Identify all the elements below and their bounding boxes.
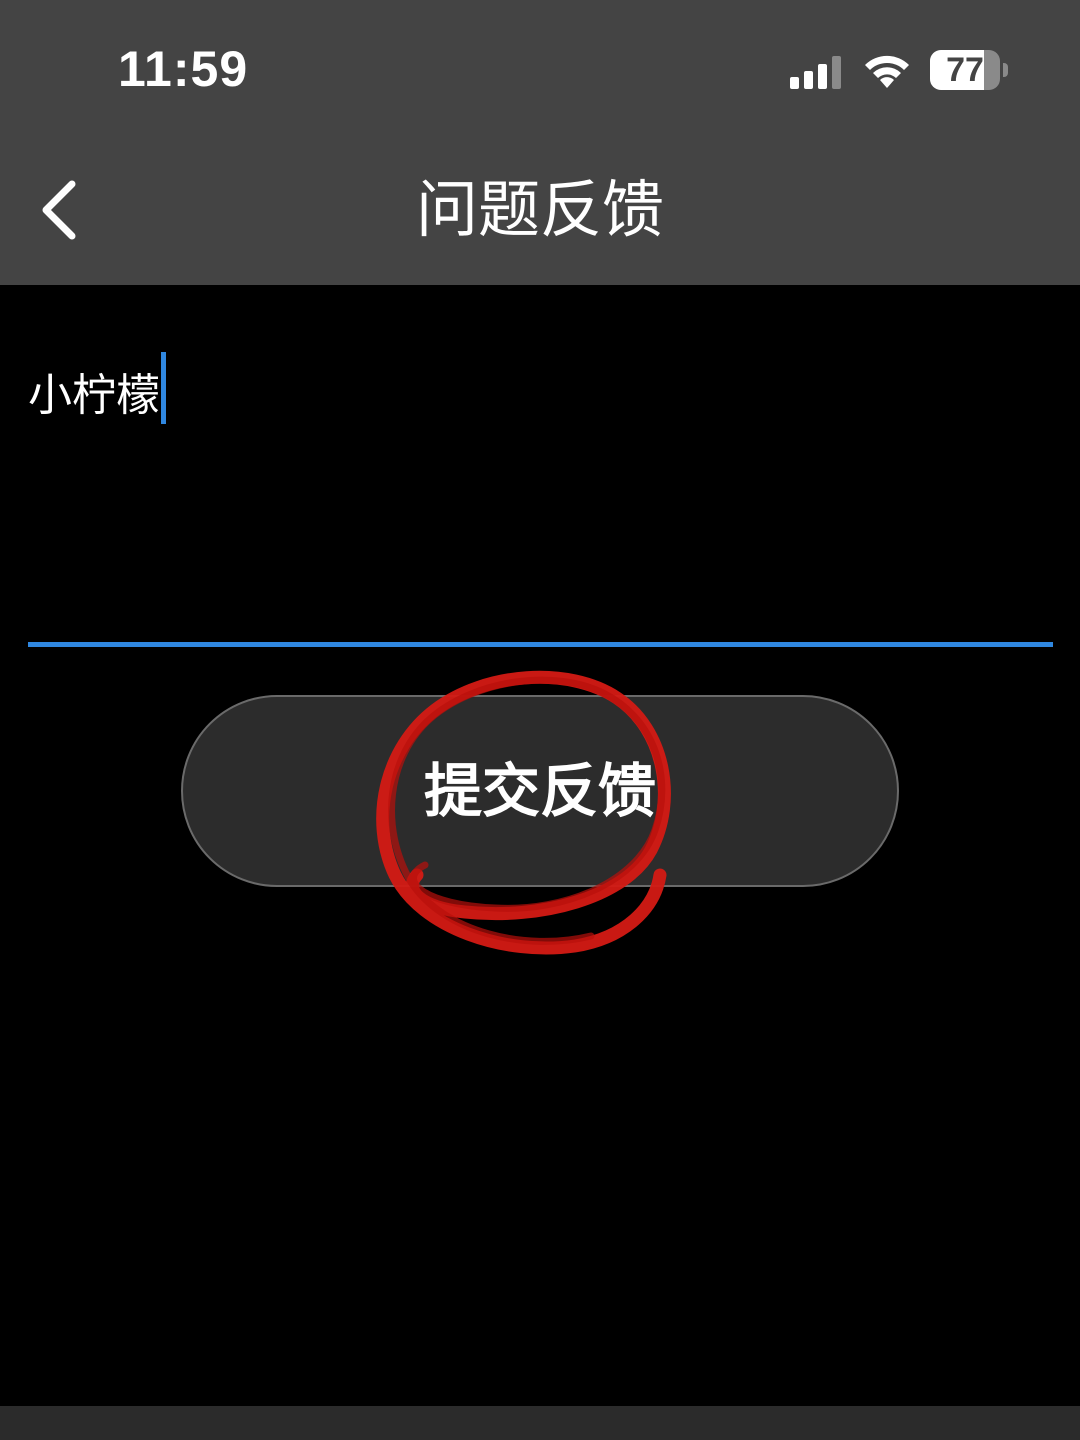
feedback-screen: 11:59 77 问题反馈 小柠檬 提交反馈: [0, 0, 1080, 1440]
header: 11:59 77 问题反馈: [0, 0, 1080, 285]
status-time: 11:59: [118, 41, 249, 97]
status-bar: 11:59 77: [0, 0, 1080, 140]
feedback-textarea[interactable]: 小柠檬: [28, 340, 1052, 640]
battery-cap: [1003, 63, 1008, 77]
bottom-bar: [0, 1406, 1080, 1440]
nav-bar: 问题反馈: [0, 140, 1080, 285]
wifi-icon: [865, 55, 909, 88]
signal-icon: [790, 56, 841, 89]
feedback-text: 小柠檬: [28, 370, 160, 421]
battery-icon: 77: [930, 50, 1010, 92]
page-title: 问题反馈: [415, 173, 664, 246]
feedback-input-value: 小柠檬: [28, 352, 166, 424]
input-underline: [28, 642, 1053, 647]
battery-level: 77: [946, 51, 984, 89]
text-caret: [161, 352, 166, 424]
submit-feedback-button[interactable]: 提交反馈: [181, 695, 899, 887]
submit-feedback-label: 提交反馈: [423, 757, 656, 825]
battery-body: 77: [930, 50, 1000, 90]
